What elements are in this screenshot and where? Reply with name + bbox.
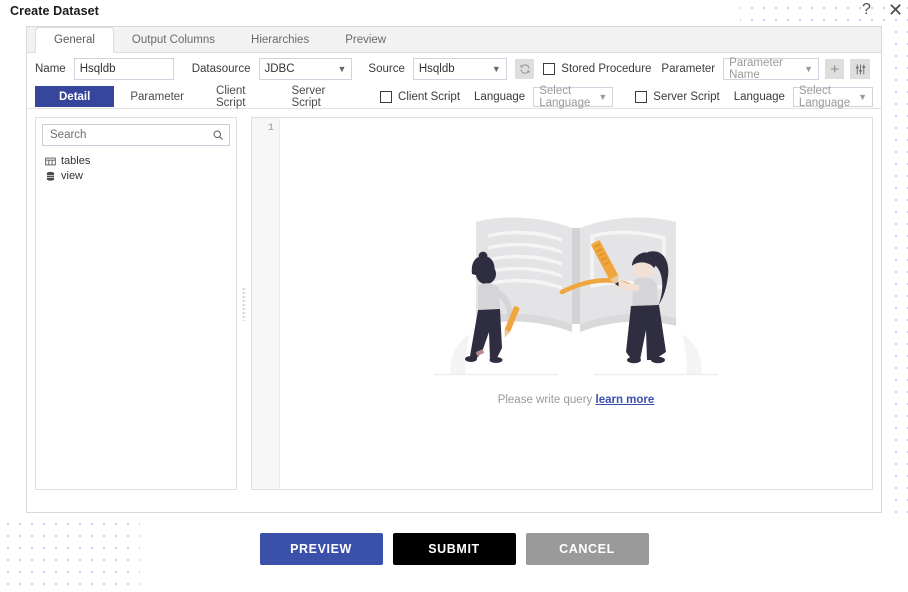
search-input[interactable] — [48, 128, 212, 142]
tab-hierarchies[interactable]: Hierarchies — [233, 27, 327, 52]
database-icon — [46, 171, 55, 181]
search-icon — [213, 130, 223, 140]
dataset-body: tables view 1 — [27, 109, 881, 498]
stored-procedure-label: Stored Procedure — [561, 63, 652, 75]
tab-general[interactable]: General — [35, 27, 114, 53]
tree-item-view[interactable]: view — [42, 169, 230, 184]
add-parameter-button[interactable]: + — [824, 59, 845, 79]
create-dataset-dialog: General Output Columns Hierarchies Previ… — [26, 26, 882, 513]
empty-state-text: Please write query learn more — [498, 394, 655, 406]
plus-icon: + — [830, 60, 840, 78]
server-script-checkbox-wrap[interactable]: Server Script — [635, 90, 720, 103]
chevron-down-icon: ▼ — [598, 91, 608, 102]
help-icon[interactable]: ? — [862, 2, 871, 18]
name-label: Name — [35, 63, 66, 75]
query-editor-pane: 1 Please write query learn more — [251, 117, 873, 490]
parameter-name-value: Parameter Name — [729, 57, 783, 81]
subtab-server-script[interactable]: Server Script — [275, 85, 354, 109]
client-language-value: Select Language — [539, 84, 591, 109]
datasource-value: JDBC — [264, 63, 295, 75]
schema-browser-pane: tables view — [35, 117, 237, 490]
splitter-grip-icon — [242, 286, 246, 321]
window-title: Create Dataset — [10, 4, 99, 18]
subtab-parameter[interactable]: Parameter — [114, 86, 200, 107]
server-language-label: Language — [733, 90, 785, 103]
app-root: Create Dataset ? ✕ General Output Column… — [0, 0, 908, 592]
chevron-down-icon: ▼ — [337, 64, 347, 74]
background-plate-top — [0, 0, 740, 28]
client-script-checkbox[interactable] — [380, 90, 393, 103]
table-icon — [45, 157, 56, 166]
submit-button[interactable]: SUBMIT — [392, 533, 516, 565]
tab-preview[interactable]: Preview — [327, 27, 404, 52]
stored-procedure-checkbox[interactable] — [543, 63, 556, 75]
subtab-detail[interactable]: Detail — [35, 86, 115, 107]
client-script-label: Client Script — [398, 90, 461, 103]
server-script-checkbox[interactable] — [635, 90, 648, 103]
chevron-down-icon: ▼ — [491, 64, 501, 74]
refresh-icon[interactable] — [514, 59, 535, 79]
tree-item-tables[interactable]: tables — [42, 154, 230, 169]
datasource-select[interactable]: JDBC ▼ — [258, 58, 353, 80]
chevron-down-icon: ▼ — [858, 91, 867, 102]
dataset-form-row: Name Datasource JDBC ▼ Source Hsqldb ▼ — [27, 53, 881, 85]
stored-procedure-checkbox-wrap[interactable]: Stored Procedure — [543, 63, 651, 75]
write-query-illustration — [434, 216, 718, 375]
parameter-name-select[interactable]: Parameter Name ▼ — [723, 57, 819, 81]
server-script-label: Server Script — [653, 90, 720, 103]
name-input[interactable] — [73, 58, 174, 80]
tab-output-columns[interactable]: Output Columns — [114, 27, 233, 52]
parameter-settings-button[interactable] — [850, 59, 870, 79]
main-tab-strip: General Output Columns Hierarchies Previ… — [27, 27, 881, 53]
editor-gutter: 1 — [252, 118, 280, 489]
server-language-select[interactable]: Select Language ▼ — [792, 84, 873, 109]
subtab-client-script[interactable]: Client Script — [200, 85, 275, 109]
preview-button[interactable]: PREVIEW — [259, 533, 383, 565]
datasource-label: Datasource — [191, 63, 251, 75]
cancel-button[interactable]: CANCEL — [525, 533, 649, 565]
client-script-checkbox-wrap[interactable]: Client Script — [380, 90, 461, 103]
sub-tab-strip: Detail Parameter Client Script Server Sc… — [27, 85, 881, 109]
tree-item-label: view — [61, 170, 84, 182]
client-language-label: Language — [474, 90, 526, 103]
client-language-select[interactable]: Select Language ▼ — [533, 84, 614, 109]
sliders-icon — [855, 64, 865, 74]
learn-more-link[interactable]: learn more — [596, 394, 655, 406]
chevron-down-icon: ▼ — [804, 64, 813, 74]
editor-empty-state[interactable]: Please write query learn more — [280, 118, 872, 489]
pane-splitter[interactable] — [237, 117, 251, 490]
source-label: Source — [368, 63, 405, 75]
server-language-value: Select Language — [798, 84, 851, 109]
empty-state-message: Please write query — [497, 393, 593, 406]
search-box[interactable] — [42, 124, 230, 146]
close-icon[interactable]: ✕ — [888, 1, 903, 19]
source-select[interactable]: Hsqldb ▼ — [412, 58, 507, 80]
parameter-label: Parameter — [661, 63, 716, 75]
dialog-footer: PREVIEW SUBMIT CANCEL — [0, 533, 908, 565]
tree-item-label: tables — [61, 155, 91, 167]
source-value: Hsqldb — [418, 63, 455, 75]
